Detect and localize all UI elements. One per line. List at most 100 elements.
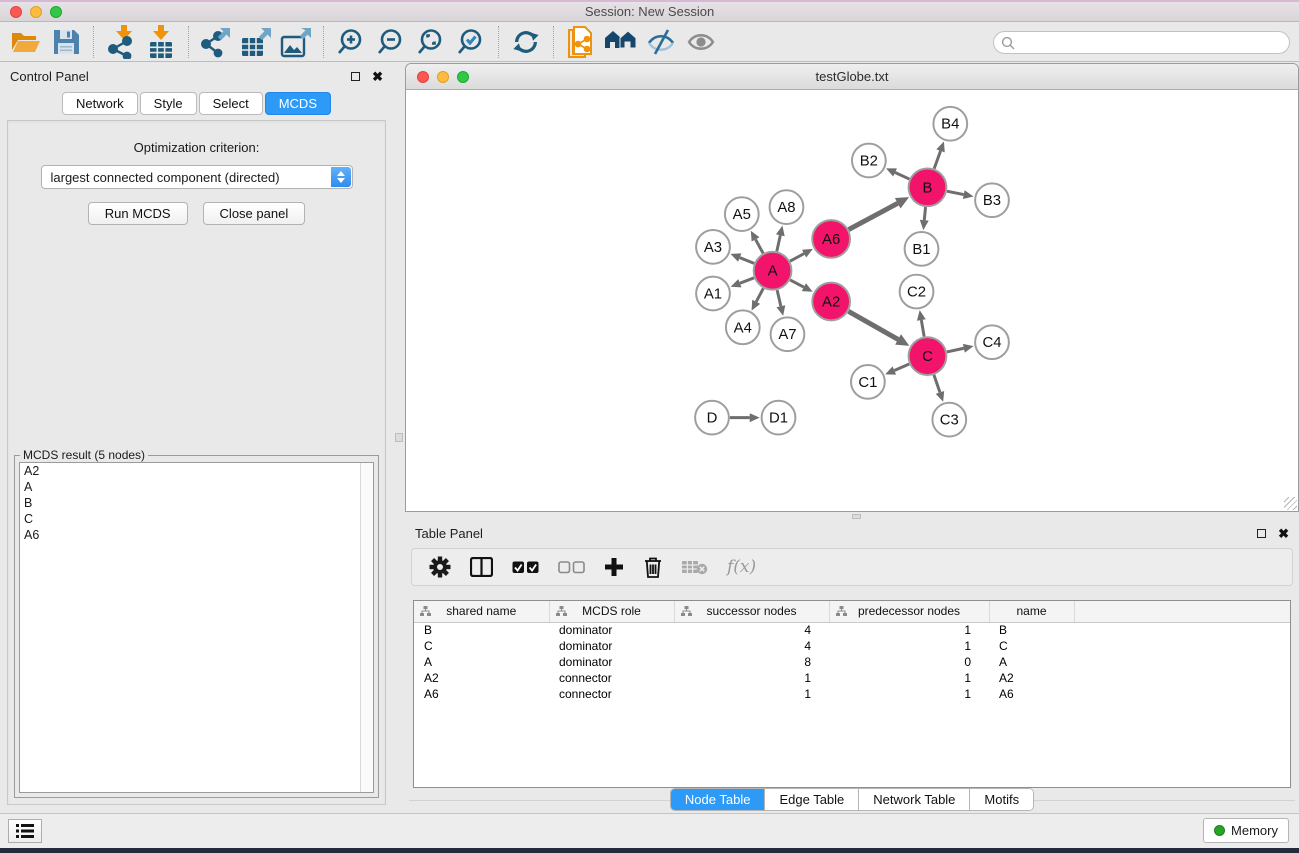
edge-C-C3[interactable] (934, 375, 940, 393)
edge-B-B3[interactable] (947, 191, 964, 194)
run-mcds-button[interactable]: Run MCDS (88, 202, 188, 225)
network-window-title: testGlobe.txt (406, 69, 1298, 84)
close-panel-button[interactable]: Close panel (203, 202, 306, 225)
close-panel-icon[interactable]: ✖ (1278, 527, 1289, 540)
tab-style[interactable]: Style (140, 92, 197, 115)
table-row[interactable]: Adominator80A (414, 654, 1290, 670)
splitter-grip[interactable] (852, 514, 861, 519)
result-item[interactable]: B (20, 495, 373, 511)
tab-network[interactable]: Network (62, 92, 138, 115)
edge-A-A2[interactable] (790, 280, 804, 287)
window-resize-grip[interactable] (1284, 497, 1297, 510)
tab-motifs[interactable]: Motifs (969, 789, 1033, 810)
table-row[interactable]: Cdominator41C (414, 638, 1290, 654)
tab-edge-table[interactable]: Edge Table (764, 789, 858, 810)
vertical-splitter[interactable] (393, 63, 405, 813)
result-item[interactable]: A6 (20, 527, 373, 543)
tab-network-table[interactable]: Network Table (858, 789, 969, 810)
main-titlebar: Session: New Session (0, 2, 1299, 22)
table-row[interactable]: A2connector11A2 (414, 670, 1290, 686)
net-zoom-button[interactable] (457, 71, 469, 83)
horizontal-splitter[interactable] (405, 513, 1299, 520)
edge-A-A5[interactable] (756, 239, 764, 253)
tab-node-table[interactable]: Node Table (671, 789, 765, 810)
search-input[interactable] (1015, 34, 1289, 52)
edge-C-C1[interactable] (894, 364, 909, 370)
open-session-button[interactable] (6, 25, 46, 59)
show-columns-button[interactable] (470, 557, 493, 577)
function-builder-button[interactable]: f(x) (727, 557, 756, 577)
zoom-fit-button[interactable] (411, 25, 451, 59)
network-graph[interactable]: B4B2BB3A8A5A6A3B1AC2A1A2A4A7C4CC1C3DD1 (407, 91, 1297, 510)
edge-A-A6[interactable] (790, 254, 804, 262)
deselect-all-button[interactable] (558, 561, 585, 574)
edge-A-A8[interactable] (777, 235, 781, 251)
new-network-from-file-button[interactable] (561, 25, 601, 59)
column-header[interactable]: successor nodes (674, 601, 829, 622)
refresh-button[interactable] (506, 25, 546, 59)
add-column-button[interactable] (604, 557, 624, 577)
mcds-result-list[interactable]: A2ABCA6 (19, 462, 374, 793)
edge-A6-B[interactable] (849, 203, 898, 229)
export-network-button[interactable] (196, 25, 236, 59)
zoom-selected-button[interactable] (451, 25, 491, 59)
table-panel-title: Table Panel (415, 526, 483, 541)
tab-select[interactable]: Select (199, 92, 263, 115)
edge-A-A3[interactable] (740, 258, 754, 264)
close-panel-icon[interactable]: ✖ (372, 70, 383, 83)
hide-panel-button[interactable] (641, 25, 681, 59)
float-panel-icon[interactable] (1257, 529, 1266, 538)
edge-C-C4[interactable] (947, 348, 964, 352)
export-table-icon (240, 26, 272, 58)
search-field[interactable] (993, 31, 1290, 54)
select-all-button[interactable] (512, 561, 539, 574)
edge-A-A4[interactable] (756, 288, 763, 302)
show-panel-button[interactable] (681, 25, 721, 59)
empty-cell (1074, 622, 1290, 638)
home-layout-button[interactable] (601, 25, 641, 59)
zoom-window-button[interactable] (50, 6, 62, 18)
edge-C-C2[interactable] (921, 320, 924, 337)
edge-B-B2[interactable] (895, 172, 909, 179)
delete-table-button[interactable] (682, 559, 708, 575)
splitter-grip[interactable] (395, 433, 403, 442)
zoom-out-button[interactable] (371, 25, 411, 59)
import-network-button[interactable] (101, 25, 141, 59)
arrowhead-icon (936, 142, 944, 153)
column-header[interactable]: shared name (414, 601, 549, 622)
edge-B-B4[interactable] (934, 151, 940, 169)
close-window-button[interactable] (10, 6, 22, 18)
edge-A2-C[interactable] (848, 311, 898, 339)
export-image-button[interactable] (276, 25, 316, 59)
memory-button[interactable]: Memory (1203, 818, 1289, 843)
net-close-button[interactable] (417, 71, 429, 83)
net-minimize-button[interactable] (437, 71, 449, 83)
network-window-titlebar[interactable]: testGlobe.txt (406, 64, 1298, 90)
delete-column-button[interactable] (643, 556, 663, 578)
result-scrollbar[interactable] (360, 463, 373, 792)
settings-gear-button[interactable] (429, 556, 451, 578)
save-session-button[interactable] (46, 25, 86, 59)
column-header[interactable]: MCDS role (549, 601, 674, 622)
export-table-button[interactable] (236, 25, 276, 59)
column-header[interactable]: predecessor nodes (829, 601, 989, 622)
network-canvas[interactable]: B4B2BB3A8A5A6A3B1AC2A1A2A4A7C4CC1C3DD1 (407, 91, 1297, 510)
minimize-window-button[interactable] (30, 6, 42, 18)
criterion-select[interactable]: largest connected component (directed) (41, 165, 353, 189)
edge-B-B1[interactable] (924, 207, 925, 220)
table-row[interactable]: A6connector11A6 (414, 686, 1290, 702)
optimization-criterion-label: Optimization criterion: (8, 140, 385, 155)
task-history-button[interactable] (8, 819, 42, 843)
result-item[interactable]: A2 (20, 463, 373, 479)
result-item[interactable]: C (20, 511, 373, 527)
float-panel-icon[interactable] (351, 72, 360, 81)
column-header[interactable]: name (989, 601, 1074, 622)
edge-A-A1[interactable] (740, 278, 754, 283)
edge-A-A7[interactable] (777, 290, 781, 306)
tab-mcds[interactable]: MCDS (265, 92, 331, 115)
table-row[interactable]: Bdominator41B (414, 622, 1290, 638)
import-table-button[interactable] (141, 25, 181, 59)
result-item[interactable]: A (20, 479, 373, 495)
zoom-in-button[interactable] (331, 25, 371, 59)
export-network-icon (200, 26, 232, 58)
